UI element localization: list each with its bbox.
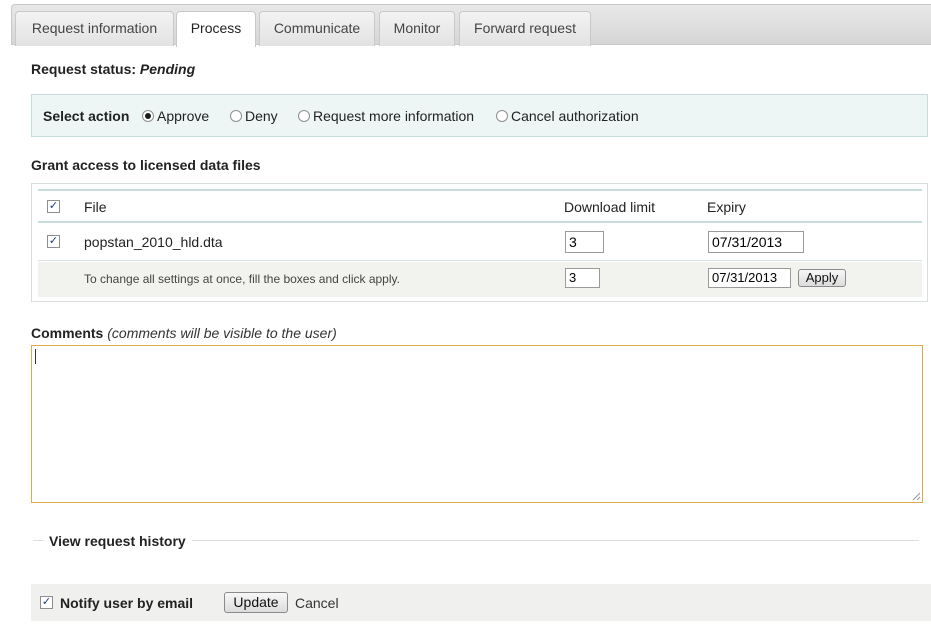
radio-cancel-authorization-label: Cancel authorization	[511, 108, 639, 124]
radio-request-more-dot[interactable]	[298, 110, 310, 122]
bulk-expiry-input[interactable]	[708, 268, 791, 288]
radio-approve[interactable]: Approve	[142, 108, 209, 124]
table-header-row: ✓ File Download limit Expiry	[38, 189, 922, 223]
form-footer: ✓ Notify user by email Update Cancel	[31, 584, 931, 621]
tab-request-information[interactable]: Request information	[15, 11, 174, 46]
request-status-value: Pending	[139, 61, 196, 77]
radio-deny[interactable]: Deny	[230, 108, 278, 124]
radio-request-more-information[interactable]: Request more information	[298, 108, 474, 124]
column-header-download-limit: Download limit	[564, 199, 656, 215]
bulk-settings-row: To change all settings at once, fill the…	[38, 262, 922, 297]
tab-monitor[interactable]: Monitor	[379, 11, 455, 46]
radio-cancel-authorization[interactable]: Cancel authorization	[496, 108, 639, 124]
download-limit-input[interactable]	[565, 231, 604, 253]
tab-forward-request[interactable]: Forward request	[459, 11, 591, 46]
column-header-file: File	[84, 199, 107, 215]
tab-bar: Request information Process Communicate …	[11, 4, 931, 47]
comments-label: Comments (comments will be visible to th…	[31, 325, 337, 341]
comments-hint: (comments will be visible to the user)	[107, 325, 337, 341]
radio-deny-dot[interactable]	[230, 110, 242, 122]
expiry-input[interactable]	[708, 231, 804, 253]
bulk-download-limit-input[interactable]	[565, 268, 600, 288]
select-action-label: Select action	[43, 108, 130, 124]
text-caret	[35, 349, 36, 364]
apply-button[interactable]: Apply	[798, 269, 846, 287]
tab-communicate[interactable]: Communicate	[259, 11, 375, 46]
cancel-link[interactable]: Cancel	[295, 595, 339, 611]
request-status-label: Request status:	[31, 61, 137, 77]
select-action-panel: Select action Approve Deny Request more …	[31, 94, 928, 137]
notify-email-checkbox[interactable]: ✓	[40, 596, 53, 609]
radio-approve-dot[interactable]	[142, 110, 154, 122]
comments-textarea[interactable]	[31, 345, 923, 503]
file-checkbox[interactable]: ✓	[47, 235, 60, 248]
radio-deny-label: Deny	[245, 108, 278, 124]
radio-approve-label: Approve	[157, 108, 210, 124]
table-row: ✓ popstan_2010_hld.dta	[38, 223, 922, 261]
radio-cancel-authorization-dot[interactable]	[496, 110, 508, 122]
grant-access-title: Grant access to licensed data files	[31, 157, 261, 173]
radio-request-more-label: Request more information	[313, 108, 475, 124]
tab-process[interactable]: Process	[176, 11, 256, 47]
update-button[interactable]: Update	[224, 592, 288, 613]
request-status: Request status: Pending	[31, 61, 195, 77]
select-all-checkbox[interactable]: ✓	[47, 200, 60, 213]
notify-email-label: Notify user by email	[60, 595, 194, 611]
view-request-history-link[interactable]: View request history	[43, 533, 192, 549]
resize-grip-icon[interactable]	[911, 491, 921, 501]
column-header-expiry: Expiry	[707, 199, 746, 215]
file-name: popstan_2010_hld.dta	[84, 234, 223, 250]
comments-label-text: Comments	[31, 325, 104, 341]
bulk-settings-hint: To change all settings at once, fill the…	[84, 272, 400, 286]
grant-access-table: ✓ File Download limit Expiry ✓ popstan_2…	[31, 183, 928, 302]
